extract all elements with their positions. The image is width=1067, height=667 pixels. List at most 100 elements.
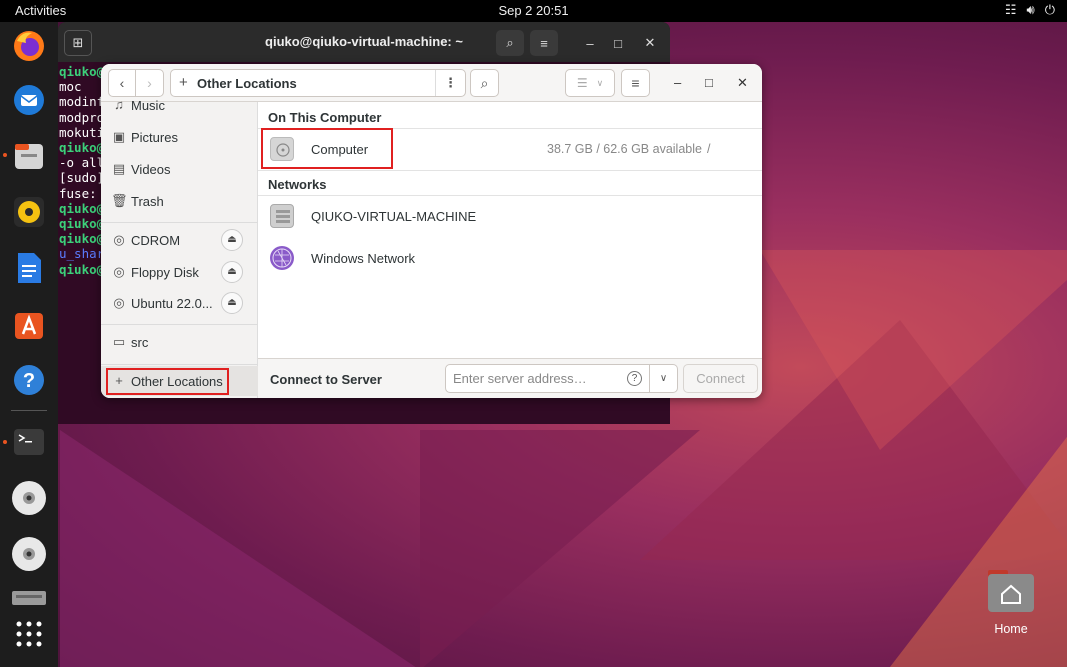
terminal-line: modinf	[59, 94, 105, 110]
close-icon[interactable]: ✕	[636, 30, 664, 56]
terminal-output[interactable]: qiuko@ moc modinf modpro mokuti qiuko@ -o all[…	[59, 64, 104, 277]
sidebar-item-floppy-disk[interactable]: ◎ Floppy Disk ⏏	[101, 257, 258, 287]
disc-icon: ◎	[113, 264, 125, 279]
network-item-label: Windows Network	[311, 251, 416, 266]
path-label[interactable]: Other Locations	[197, 76, 297, 91]
eject-icon[interactable]: ⏏	[221, 261, 243, 283]
path-menu-icon[interactable]: ⋮	[435, 70, 465, 96]
terminal-line: qiuko@	[59, 261, 105, 277]
ubuntu-disc-icon[interactable]	[9, 534, 49, 574]
server-address-input[interactable]	[445, 364, 650, 393]
highlight-box-other-locations	[106, 368, 229, 395]
sidebar-item-videos[interactable]: ▤ Videos	[101, 154, 258, 184]
server-icon	[270, 204, 294, 228]
sidebar-item-label: Ubuntu 22.0...	[131, 296, 213, 311]
computer-mount-path: /	[707, 142, 711, 156]
places-sidebar: ♫ Music ▣ Pictures ▤ Videos 🗑︎ Trash ◎ C…	[101, 97, 258, 398]
sidebar-item-label: Floppy Disk	[131, 265, 199, 280]
terminal-line: qiuko@	[59, 200, 105, 216]
pictures-icon: ▣	[112, 129, 126, 144]
view-options-button[interactable]: ☰ ∨	[565, 69, 615, 97]
system-tray[interactable]: ☷ 🔊︎ ⏻	[1005, 2, 1055, 18]
section-heading-on-this-computer: On This Computer	[268, 110, 382, 125]
firefox-icon[interactable]	[9, 26, 49, 66]
sidebar-separator	[101, 364, 258, 365]
other-locations-plus-icon: +	[179, 74, 188, 91]
sidebar-item-label: src	[131, 335, 149, 350]
divider	[258, 170, 762, 171]
file-manager-window[interactable]: ‹ › + Other Locations ⋮ ⌕ ☰ ∨ ≡ – □ ✕ ♫ …	[101, 64, 762, 398]
sidebar-item-src[interactable]: ▭ src	[101, 327, 258, 357]
terminal-line: fuse:	[59, 185, 97, 201]
disc-icon: ◎	[113, 232, 125, 247]
terminal-search-icon[interactable]: ⌕	[496, 30, 524, 56]
floppy-drive-icon[interactable]	[9, 588, 49, 610]
files-icon[interactable]	[9, 136, 49, 176]
running-indicator	[3, 440, 7, 444]
terminal-line: modpro	[59, 109, 105, 125]
eject-icon[interactable]: ⏏	[221, 229, 243, 251]
sidebar-item-pictures[interactable]: ▣ Pictures	[101, 122, 258, 152]
sidebar-item-label: Pictures	[131, 130, 178, 145]
home-label: Home	[994, 622, 1028, 636]
libreoffice-writer-icon[interactable]	[9, 248, 49, 288]
terminal-line: qiuko@	[59, 140, 105, 156]
minimize-icon[interactable]: –	[674, 75, 681, 90]
sidebar-item-ubuntu[interactable]: ◎ Ubuntu 22.0... ⏏	[101, 288, 258, 318]
sidebar-separator	[101, 222, 258, 223]
network-item-label: QIUKO-VIRTUAL-MACHINE	[311, 209, 477, 224]
search-button[interactable]: ⌕	[470, 69, 499, 97]
terminal-line: -o all	[59, 155, 105, 171]
chevron-down-icon: ∨	[596, 77, 604, 88]
terminal-line: moc	[59, 79, 82, 95]
cdrom-disc-icon[interactable]	[9, 478, 49, 518]
terminal-line: qiuko@	[59, 216, 105, 232]
app-center-icon[interactable]	[9, 304, 49, 344]
rhythmbox-icon[interactable]	[9, 192, 49, 232]
svg-text:?: ?	[23, 370, 35, 392]
thunderbird-icon[interactable]	[9, 80, 49, 120]
wallpaper-shard	[60, 430, 420, 667]
list-view-icon: ☰	[576, 76, 588, 90]
sidebar-item-trash[interactable]: 🗑︎ Trash	[101, 186, 258, 216]
maximize-icon[interactable]: □	[705, 75, 713, 90]
dock: ?	[0, 22, 58, 667]
network-icon: ☷	[1004, 2, 1017, 17]
terminal-icon[interactable]	[9, 422, 49, 462]
terminal-line: mokuti	[59, 124, 105, 140]
terminal-line: qiuko@	[59, 231, 105, 247]
help-icon[interactable]: ?	[627, 371, 642, 386]
highlight-box-computer	[261, 128, 393, 169]
wallpaper-shard	[880, 420, 1067, 667]
minimize-icon[interactable]: –	[576, 30, 604, 56]
terminal-line: u_shar	[59, 246, 105, 262]
terminal-line: qiuko@	[59, 64, 105, 79]
close-icon[interactable]: ✕	[737, 75, 748, 91]
terminal-titlebar[interactable]: ⊞ qiuko@qiuko-virtual-machine: ~ ⌕ ≡ – □…	[58, 22, 670, 62]
clock[interactable]: Sep 2 20:51	[0, 3, 1067, 18]
connect-button[interactable]: Connect	[683, 364, 758, 393]
help-icon[interactable]: ?	[9, 360, 49, 400]
sidebar-item-label: Trash	[131, 194, 164, 209]
top-bar: Activities Sep 2 20:51 ☷ 🔊︎ ⏻	[0, 0, 1067, 22]
connect-to-server-label: Connect to Server	[270, 372, 382, 387]
eject-icon[interactable]: ⏏	[221, 292, 243, 314]
network-globe-icon	[270, 246, 294, 270]
show-apps-icon[interactable]	[9, 614, 49, 654]
terminal-menu-icon[interactable]: ≡	[530, 30, 558, 56]
music-icon: ♫	[114, 97, 124, 112]
folder-icon: ▭	[112, 334, 126, 349]
trash-icon: 🗑︎	[111, 193, 128, 208]
desktop-home-folder[interactable]: Home	[985, 570, 1037, 636]
network-row-qiuko-virtual-machine[interactable]: QIUKO-VIRTUAL-MACHINE	[258, 195, 762, 237]
sidebar-item-label: CDROM	[131, 233, 181, 248]
sidebar-item-music[interactable]: ♫ Music	[101, 90, 258, 120]
dock-separator	[11, 410, 47, 411]
main-menu-button[interactable]: ≡	[621, 69, 650, 97]
maximize-icon[interactable]: □	[604, 30, 632, 56]
network-row-windows-network[interactable]: Windows Network	[258, 237, 762, 279]
recent-servers-dropdown[interactable]: ∨	[650, 364, 678, 393]
sidebar-item-cdrom[interactable]: ◎ CDROM ⏏	[101, 225, 258, 255]
connect-to-server-bar: Connect to Server ? ∨ Connect	[258, 358, 762, 398]
computer-storage-info: 38.7 GB / 62.6 GB available	[547, 142, 702, 156]
